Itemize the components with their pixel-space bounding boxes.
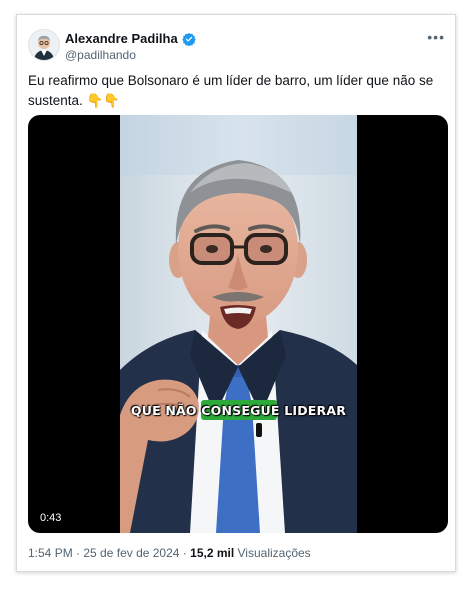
author-handle[interactable]: @padilhando <box>65 48 136 62</box>
tweet-time[interactable]: 1:54 PM <box>28 546 73 560</box>
caption-before: QUE NÃO <box>130 403 202 418</box>
video-caption: QUE NÃO CONSEGUE LIDERAR <box>120 403 357 418</box>
views-label: Visualizações <box>237 546 311 560</box>
verified-badge-icon <box>181 32 196 46</box>
tweet-date[interactable]: 25 de fev de 2024 <box>83 546 179 560</box>
video-frame: QUE NÃO CONSEGUE LIDERAR <box>120 115 357 533</box>
video-player[interactable]: QUE NÃO CONSEGUE LIDERAR 0:43 <box>28 115 448 533</box>
meta-separator: · <box>72 546 84 560</box>
views-count: 15,2 mil <box>190 546 235 560</box>
tweet-meta: 1:54 PM · 25 de fev de 2024 · 15,2 mil V… <box>28 546 311 560</box>
tweet-text: Eu reafirmo que Bolsonaro é um líder de … <box>28 73 434 108</box>
more-horizontal-icon[interactable]: ••• <box>427 29 445 45</box>
avatar[interactable] <box>28 29 60 61</box>
meta-separator-2: · <box>179 546 191 560</box>
tweet-card: Alexandre Padilha @padilhando ••• Eu rea… <box>16 14 456 572</box>
video-still-image <box>120 115 357 533</box>
caption-highlight: CONSEGUE <box>201 403 280 418</box>
author-row: Alexandre Padilha <box>65 31 196 46</box>
caption-after: LIDERAR <box>279 403 347 418</box>
author-name[interactable]: Alexandre Padilha <box>65 31 178 46</box>
video-duration: 0:43 <box>36 511 66 525</box>
